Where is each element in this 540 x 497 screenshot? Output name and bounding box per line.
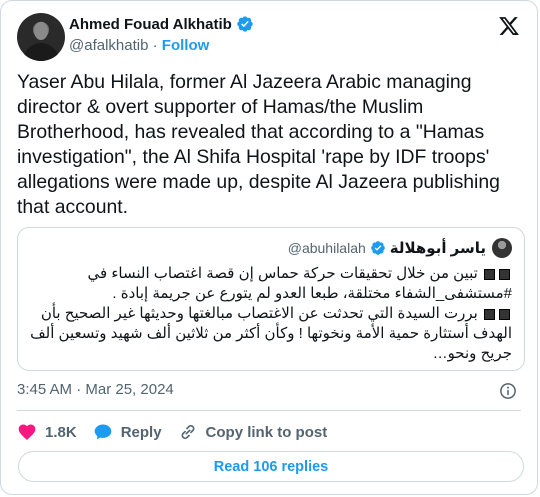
verified-badge-icon xyxy=(237,16,253,32)
quoted-tweet-text: تبين من خلال تحقيقات حركة حماس إن قصة اغ… xyxy=(30,264,512,364)
quoted-author-row: @abuhilalah ياسر أبوهلالة xyxy=(288,238,512,258)
quoted-line-1: تبين من خلال تحقيقات حركة حماس إن قصة اغ… xyxy=(87,265,512,302)
heart-icon xyxy=(18,424,36,440)
x-logo-icon[interactable] xyxy=(498,15,520,37)
reply-bubble-icon xyxy=(94,424,112,440)
timestamp[interactable]: 3:45 AM · Mar 25, 2024 xyxy=(17,381,174,398)
info-icon[interactable] xyxy=(499,382,517,400)
like-button[interactable]: 1.8K xyxy=(17,422,77,442)
square-bullet-icon xyxy=(484,308,495,320)
quoted-author-name: ياسر أبوهلالة xyxy=(389,240,486,257)
action-bar: 1.8K Reply Copy link to post xyxy=(17,421,343,443)
reply-label: Reply xyxy=(120,423,162,441)
copy-link-label: Copy link to post xyxy=(205,423,328,441)
read-replies-button[interactable]: Read 106 replies xyxy=(18,451,524,482)
quoted-tweet[interactable]: @abuhilalah ياسر أبوهلالة تبين من خلال ت… xyxy=(17,227,525,371)
reply-button[interactable]: Reply xyxy=(93,422,162,442)
follow-button[interactable]: Follow xyxy=(162,37,210,54)
link-icon xyxy=(181,424,195,440)
quoted-author-avatar xyxy=(492,238,512,258)
separator-dot: · xyxy=(152,37,158,54)
copy-link-button[interactable]: Copy link to post xyxy=(178,422,328,442)
tweet-text: Yaser Abu Hilala, former Al Jazeera Arab… xyxy=(17,71,500,218)
author-avatar[interactable] xyxy=(17,13,65,61)
author-name[interactable]: Ahmed Fouad Alkhatib xyxy=(69,16,232,33)
author-handle-row: @afalkhatib · Follow xyxy=(69,37,209,54)
tweet-card: Ahmed Fouad Alkhatib @afalkhatib · Follo… xyxy=(0,0,538,495)
like-count: 1.8K xyxy=(45,423,77,441)
author-name-row: Ahmed Fouad Alkhatib xyxy=(69,15,254,33)
quoted-author-handle: @abuhilalah xyxy=(287,240,366,256)
square-bullet-icon xyxy=(499,268,510,280)
square-bullet-icon xyxy=(499,308,510,320)
author-handle[interactable]: @afalkhatib xyxy=(69,37,148,54)
quoted-line-2: بررت السيدة التي تحدثت عن الاغتصاب مبالغ… xyxy=(30,305,512,362)
divider xyxy=(17,410,521,411)
verified-badge-icon xyxy=(370,241,385,255)
square-bullet-icon xyxy=(484,268,495,280)
